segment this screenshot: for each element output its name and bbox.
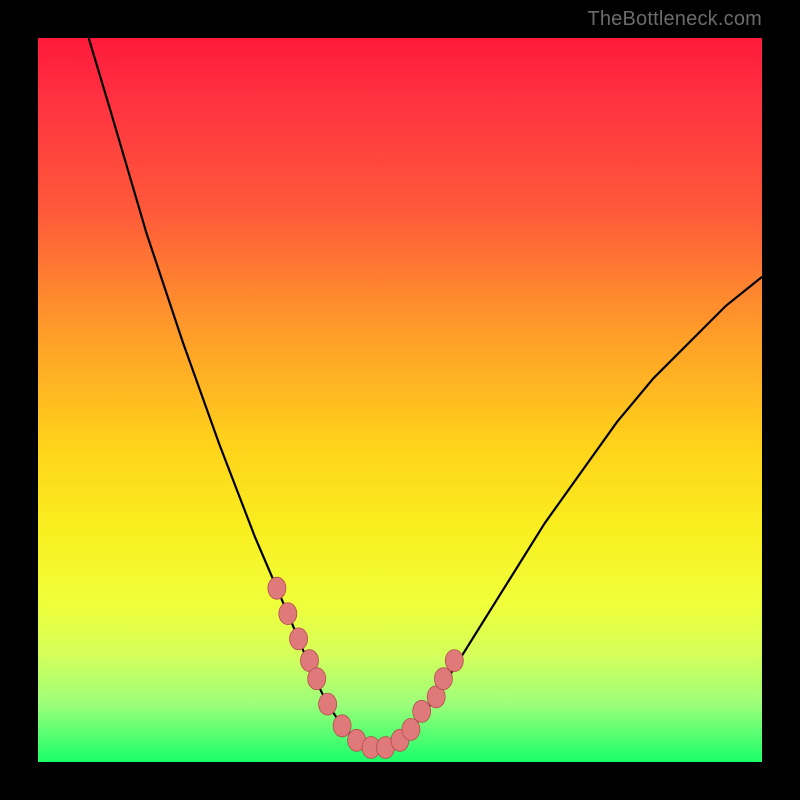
marker-dot [434, 668, 452, 690]
marker-dot [413, 700, 431, 722]
marker-dot [333, 715, 351, 737]
watermark-text: TheBottleneck.com [587, 8, 762, 31]
marker-dot [319, 693, 337, 715]
marker-group [268, 577, 463, 758]
curve-layer [38, 38, 762, 762]
marker-dot [445, 650, 463, 672]
plot-area [38, 38, 762, 762]
marker-dot [279, 603, 297, 625]
marker-dot [308, 668, 326, 690]
marker-dot [402, 718, 420, 740]
marker-dot [268, 577, 286, 599]
marker-dot [290, 628, 308, 650]
bottleneck-curve [89, 38, 762, 748]
chart-frame: TheBottleneck.com [0, 0, 800, 800]
